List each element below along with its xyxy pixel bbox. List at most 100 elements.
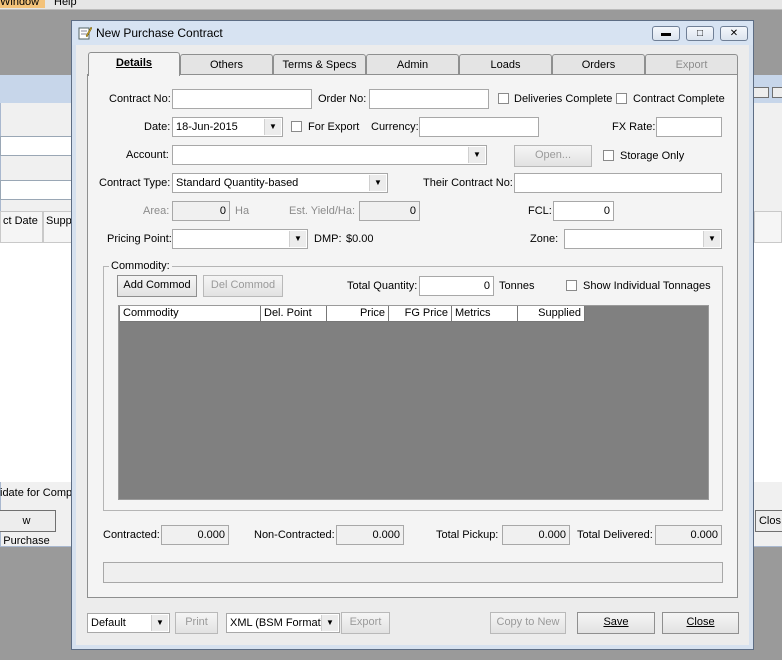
background-menubar: Window Help [0,0,782,10]
fx-rate-field[interactable] [656,117,722,137]
close-window-button[interactable]: ✕ [720,26,748,41]
background-minimize-button[interactable] [753,87,769,98]
area-field[interactable]: 0 [172,201,230,221]
their-contract-no-field[interactable] [514,173,722,193]
contract-type-label: Contract Type: [99,177,171,189]
contract-no-label: Contract No: [109,93,171,105]
dmp-label: DMP: [314,233,342,245]
tab-orders[interactable]: Orders [552,54,645,74]
pricing-point-select[interactable]: ▼ [172,229,308,249]
deliveries-complete-label: Deliveries Complete [514,93,613,105]
export-format-select[interactable]: XML (BSM Format) ▼ [226,613,340,633]
maximize-button[interactable]: □ [686,26,714,41]
zone-select[interactable]: ▼ [564,229,722,249]
delete-commodity-button[interactable]: Del Commod [203,275,283,297]
contract-app-icon [78,26,93,40]
est-yield-field[interactable]: 0 [359,201,420,221]
date-picker[interactable]: 18-Jun-2015 ▼ [172,117,283,137]
pricing-point-label: Pricing Point: [107,233,172,245]
column-header-price[interactable]: Price [327,306,389,322]
chevron-down-icon[interactable]: ▼ [703,231,720,247]
print-button[interactable]: Print [175,612,218,634]
background-restore-button[interactable] [772,87,782,98]
zone-label: Zone: [530,233,559,245]
background-column-header[interactable]: Supp [43,211,73,243]
column-header-supplied[interactable]: Supplied [518,306,585,322]
contract-complete-checkbox[interactable] [616,93,627,104]
dialog-title: New Purchase Contract [96,26,223,40]
chevron-down-icon[interactable]: ▼ [369,175,386,191]
menu-help[interactable]: Help [54,0,77,8]
area-unit: Ha [235,205,250,217]
column-header-del-point[interactable]: Del. Point [261,306,327,322]
total-delivered-label: Total Delivered: [577,529,653,541]
tab-details[interactable]: Details [88,52,180,76]
area-label: Area: [143,205,170,217]
tab-others[interactable]: Others [180,54,273,74]
their-contract-no-label: Their Contract No: [423,177,513,189]
order-no-field[interactable] [369,89,489,109]
storage-only-checkbox[interactable] [603,150,614,161]
background-field-1[interactable] [0,136,74,156]
chevron-down-icon[interactable]: ▼ [468,147,485,163]
account-select[interactable]: ▼ [172,145,487,165]
tab-terms-specs[interactable]: Terms & Specs [273,54,366,74]
save-button[interactable]: Save [577,612,655,634]
total-quantity-unit: Tonnes [499,280,535,292]
commodity-grid[interactable]: Commodity Del. Point Price FG Price Metr… [118,305,709,500]
status-bar [103,562,723,583]
open-account-button[interactable]: Open... [514,145,592,167]
tab-loads[interactable]: Loads [459,54,552,74]
total-pickup-label: Total Pickup: [436,529,499,541]
account-label: Account: [126,149,169,161]
fx-rate-label: FX Rate: [612,121,656,133]
total-quantity-field[interactable]: 0 [419,276,494,296]
total-delivered-field: 0.000 [655,525,722,545]
for-export-checkbox[interactable] [291,121,302,132]
layout-select[interactable]: Default ▼ [87,613,170,633]
background-new-purchase-button[interactable]: w Purchase [0,510,56,547]
maximize-icon: □ [696,28,704,39]
contract-type-select[interactable]: Standard Quantity-based ▼ [172,173,388,193]
commodity-group-label: Commodity: [109,260,172,272]
chevron-down-icon[interactable]: ▼ [151,615,168,631]
show-individual-tonnages-label: Show Individual Tonnages [583,280,711,292]
contract-complete-label: Contract Complete [633,93,725,105]
chevron-down-icon[interactable]: ▼ [289,231,306,247]
chevron-down-icon[interactable]: ▼ [264,119,281,135]
contract-no-field[interactable] [172,89,312,109]
currency-field[interactable] [419,117,539,137]
column-header-fg-price[interactable]: FG Price [389,306,452,322]
total-pickup-field: 0.000 [502,525,570,545]
background-column-header[interactable] [754,211,782,243]
show-individual-tonnages-checkbox[interactable] [566,280,577,291]
storage-only-label: Storage Only [620,150,685,162]
menu-window[interactable]: Window [0,0,45,8]
tab-export[interactable]: Export [645,54,738,74]
close-icon: ✕ [729,28,739,39]
background-field-2[interactable] [0,180,74,200]
tab-admin[interactable]: Admin [366,54,459,74]
for-export-label: For Export [308,121,360,133]
export-button[interactable]: Export [341,612,390,634]
background-checkbox-label[interactable]: idate for Comple [0,487,81,499]
fcl-label: FCL: [528,205,552,217]
fcl-field[interactable]: 0 [553,201,614,221]
currency-label: Currency: [371,121,419,133]
background-close-button[interactable]: Clos [755,510,782,532]
non-contracted-field: 0.000 [336,525,404,545]
add-commodity-button[interactable]: Add Commod [117,275,197,297]
deliveries-complete-checkbox[interactable] [498,93,509,104]
total-quantity-label: Total Quantity: [347,280,418,292]
dmp-value: $0.00 [346,233,374,245]
copy-to-new-button[interactable]: Copy to New [490,612,566,634]
column-header-metrics[interactable]: Metrics [452,306,518,322]
contracted-label: Contracted: [103,529,160,541]
order-no-label: Order No: [318,93,367,105]
chevron-down-icon[interactable]: ▼ [321,615,338,631]
close-button[interactable]: Close [662,612,739,634]
minimize-button[interactable]: ▬ [652,26,680,41]
background-column-header[interactable]: ct Date [0,211,43,243]
minimize-icon: ▬ [661,28,671,39]
column-header-commodity[interactable]: Commodity [120,306,261,322]
